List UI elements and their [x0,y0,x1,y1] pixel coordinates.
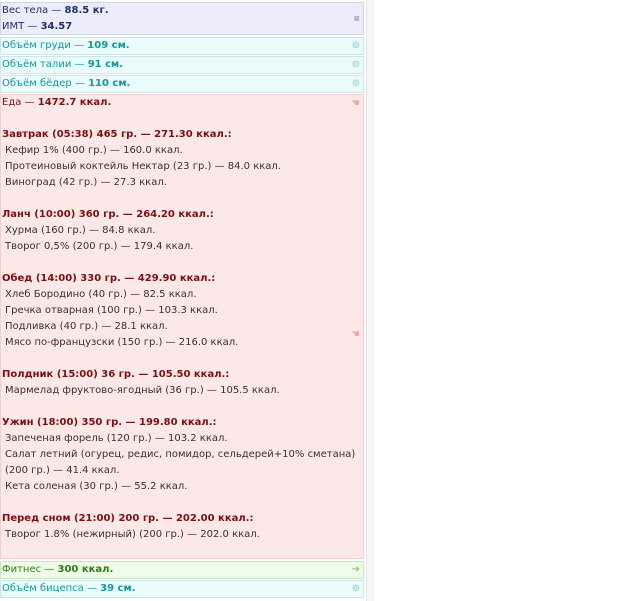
waist-label: Объём талии [2,59,72,70]
food-header: Еда — 1472.7 ккал. [2,97,112,108]
lock-icon[interactable]: ▪ [353,12,360,26]
refresh-icon[interactable]: ⊚ [352,582,360,596]
chest-value: 109 см. [87,40,130,51]
meal-item: Хлеб Бородино (40 гр.) — 82.5 ккал. [5,289,197,300]
meal-title: Перед сном (21:00) 200 гр. — 202.00 ккал… [2,513,254,524]
side-scrollbar[interactable] [366,0,374,601]
hips-value: 110 см. [88,78,131,89]
meal-item: Кета соленая (30 гр.) — 55.2 ккал. [5,481,188,492]
biceps-value: 39 см. [100,583,136,594]
meal-title: Ланч (10:00) 360 гр. — 264.20 ккал.: [2,209,214,220]
meal-title: Ужин (18:00) 350 гр. — 199.80 ккал.: [2,417,217,428]
refresh-icon[interactable]: ⊚ [352,58,360,72]
waist-value: 91 см. [87,59,123,70]
fitness-label: Фитнес [2,564,42,575]
meal-title: Обед (14:00) 330 гр. — 429.90 ккал.: [2,273,216,284]
meal-item: Хурма (160 гр.) — 84.8 ккал. [5,225,156,236]
run-icon[interactable]: ➜ [352,563,360,577]
meal-item: Подливка (40 гр.) — 28.1 ккал. [5,321,168,332]
meal-item: Гречка отварная (100 гр.) — 103.3 ккал. [5,305,218,316]
fitness-panel[interactable]: Фитнес — 300 ккал. ➜ [0,561,364,579]
meal-item: Творог 1.8% (нежирный) (200 гр.) — 202.0… [5,529,260,540]
bmi-value: 34.57 [40,21,73,32]
refresh-icon[interactable]: ⊚ [352,39,360,53]
refresh-icon[interactable]: ⊚ [352,77,360,91]
hips-label: Объём бёдер [2,78,72,89]
meal-item: Мармелад фруктово-ягодный (36 гр.) — 105… [5,385,280,396]
biceps-measure-panel[interactable]: Объём бицепса — 39 см. ⊚ [0,580,364,598]
weight-panel: Вес тела — 88.5 кг. ИМТ — 34.57 ▪ [0,2,364,35]
meal-title: Завтрак (05:38) 465 гр. — 271.30 ккал.: [2,129,232,140]
chest-measure-panel[interactable]: Объём груди — 109 см. ⊚ [0,37,364,55]
food-panel: Еда — 1472.7 ккал. ☚ ☚ Завтрак (05:38) 4… [0,94,364,559]
hand-icon[interactable]: ☚ [351,97,360,111]
hand-icon[interactable]: ☚ [351,328,360,342]
meal-item: Запеченая форель (120 гр.) — 103.2 ккал. [5,433,228,444]
meal-item: Салат летний (огурец, редис, помидор, се… [5,449,356,476]
weight-row: Вес тела — 88.5 кг. [2,5,109,16]
meal-title: Полдник (15:00) 36 гр. — 105.50 ккал.: [2,369,230,380]
food-label: Еда [2,97,22,108]
bmi-label: ИМТ [2,21,25,32]
meal-item: Творог 0,5% (200 гр.) — 179.4 ккал. [5,241,194,252]
food-total: 1472.7 ккал. [37,97,112,108]
bmi-row: ИМТ — 34.57 [2,21,73,32]
waist-measure-panel[interactable]: Объём талии — 91 см. ⊚ [0,56,364,74]
hips-measure-panel[interactable]: Объём бёдер — 110 см. ⊚ [0,75,364,93]
chest-label: Объём груди [2,40,71,51]
fitness-value: 300 ккал. [57,564,114,575]
meal-item: Протеиновый коктейль Нектар (23 гр.) — 8… [5,161,281,172]
meal-item: Виноград (42 гр.) — 27.3 ккал. [5,177,167,188]
meal-item: Мясо по-французски (150 гр.) — 216.0 кка… [5,337,239,348]
biceps-label: Объём бицепса [2,583,84,594]
weight-value: 88.5 кг. [64,5,109,16]
weight-label: Вес тела [2,5,49,16]
meal-item: Кефир 1% (400 гр.) — 160.0 ккал. [5,145,183,156]
